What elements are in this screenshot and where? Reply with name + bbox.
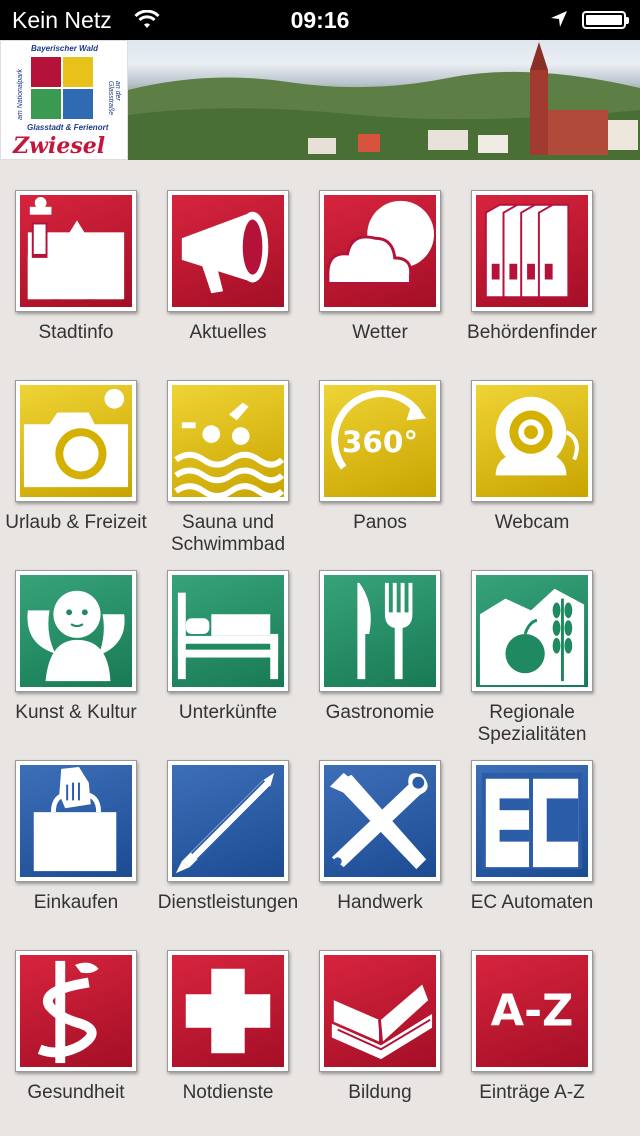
tile-dienstleistungen[interactable]: Dienstleistungen <box>152 760 304 942</box>
webcam-icon <box>476 385 588 497</box>
camera-icon <box>20 385 132 497</box>
shopping-bag-icon <box>20 765 132 877</box>
bed-icon <box>172 575 284 687</box>
tile-aktuelles[interactable]: Aktuelles <box>152 190 304 372</box>
a-z-text: A-Z <box>491 987 574 1037</box>
tile-sauna-schwimmbad[interactable]: Sauna und Schwimmbad <box>152 380 304 562</box>
status-bar: Kein Netz 09:16 <box>0 0 640 40</box>
tile-panos[interactable]: 360° Panos <box>304 380 456 562</box>
tile-wetter[interactable]: Wetter <box>304 190 456 372</box>
tile-label: Wetter <box>352 322 408 343</box>
tile-label: Aktuelles <box>189 322 267 343</box>
tile-urlaub-freizeit[interactable]: Urlaub & Freizeit <box>0 380 152 562</box>
tile-label: Stadtinfo <box>38 322 114 343</box>
megaphone-icon <box>172 195 284 307</box>
tile-label: EC Automaten <box>470 892 594 913</box>
panorama-360-icon: 360° <box>324 385 436 497</box>
apple-wheat-icon <box>476 575 588 687</box>
a-z-icon: A-Z <box>476 955 588 1067</box>
pencil-icon <box>172 765 284 877</box>
binders-icon <box>476 195 588 307</box>
tile-label: Einkaufen <box>33 892 119 913</box>
tile-notdienste[interactable]: Notdienste <box>152 950 304 1132</box>
cloud-icon <box>324 195 436 307</box>
tile-behoerdenfinder[interactable]: Behördenfinder <box>456 190 608 372</box>
tile-bildung[interactable]: Bildung <box>304 950 456 1132</box>
tile-webcam[interactable]: Webcam <box>456 380 608 562</box>
tile-label: Urlaub & Freizeit <box>5 512 147 533</box>
tile-label: Webcam <box>494 512 570 533</box>
tile-label: Dienstleistungen <box>157 892 299 913</box>
tile-label: Handwerk <box>337 892 423 913</box>
tile-label: Kunst & Kultur <box>15 702 137 723</box>
tile-eintraege-a-z[interactable]: A-Z Einträge A-Z <box>456 950 608 1132</box>
tile-kunst-kultur[interactable]: Kunst & Kultur <box>0 570 152 752</box>
tile-handwerk[interactable]: Handwerk <box>304 760 456 942</box>
swimmer-icon <box>172 385 284 497</box>
book-icon <box>324 955 436 1067</box>
tile-stadtinfo[interactable]: Stadtinfo <box>0 190 152 372</box>
location-arrow-icon <box>551 11 567 27</box>
angel-icon <box>20 575 132 687</box>
cutlery-icon <box>324 575 436 687</box>
clock: 09:16 <box>290 7 350 33</box>
tile-regionale-spezialitaeten[interactable]: Regionale Spezialitäten <box>456 570 608 752</box>
tile-label: Gastronomie <box>325 702 435 723</box>
tile-gastronomie[interactable]: Gastronomie <box>304 570 456 752</box>
tile-label: Einträge A-Z <box>479 1082 585 1103</box>
tile-einkaufen[interactable]: Einkaufen <box>0 760 152 942</box>
tile-unterkuenfte[interactable]: Unterkünfte <box>152 570 304 752</box>
tile-label: Bildung <box>348 1082 412 1103</box>
tile-label: Gesundheit <box>27 1082 125 1103</box>
panorama-text: 360° <box>342 425 418 459</box>
tile-label: Sauna und Schwimmbad <box>170 512 286 555</box>
ec-icon: ec <box>476 765 588 877</box>
battery-icon <box>582 11 629 29</box>
info-town-icon <box>20 195 132 307</box>
tile-label: Notdienste <box>182 1082 274 1103</box>
hammer-wrench-icon <box>324 765 436 877</box>
svg-text:ec: ec <box>531 872 533 874</box>
town-panorama-banner <box>128 40 640 160</box>
zwiesel-logo: Bayerischer Wald am Nationalpark an der … <box>0 40 128 160</box>
tile-ec-automaten[interactable]: ec EC Automaten <box>456 760 608 942</box>
tile-label: Unterkünfte <box>178 702 278 723</box>
tile-label: Behördenfinder <box>467 322 597 343</box>
tile-label: Regionale Spezialitäten <box>477 702 587 745</box>
tile-label: Panos <box>353 512 407 533</box>
tile-gesundheit[interactable]: Gesundheit <box>0 950 152 1132</box>
header: Bayerischer Wald am Nationalpark an der … <box>0 40 640 160</box>
caduceus-icon <box>20 955 132 1067</box>
cross-icon <box>172 955 284 1067</box>
